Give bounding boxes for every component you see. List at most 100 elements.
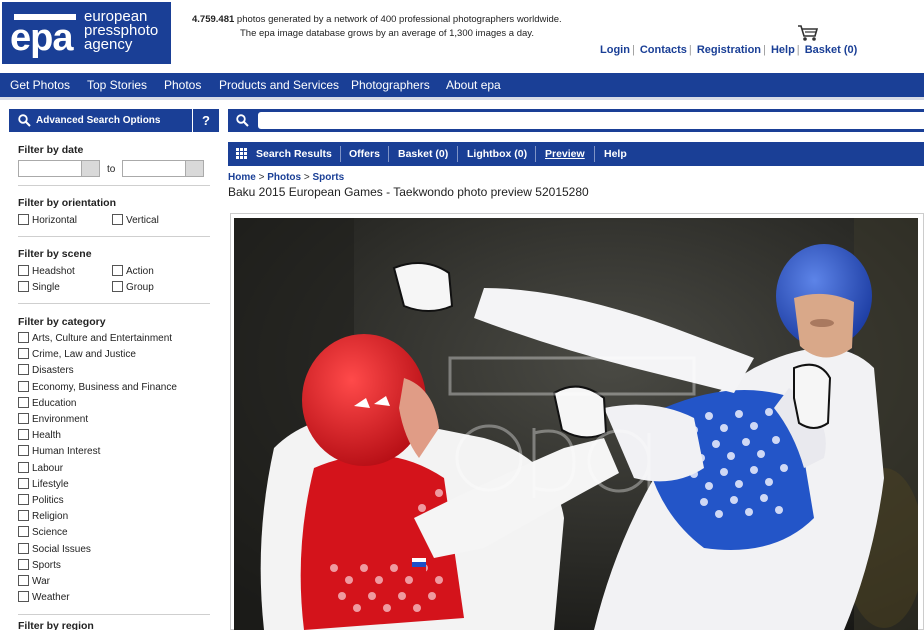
date-to-input[interactable] (122, 160, 204, 177)
checkbox[interactable] (18, 214, 29, 225)
tab-preview[interactable]: Preview (545, 148, 585, 160)
search-input[interactable] (258, 112, 924, 129)
tab-basket[interactable]: Basket (0) (398, 148, 448, 160)
category-option[interactable]: Weather (18, 591, 70, 603)
option-label: Crime, Law and Justice (32, 349, 136, 361)
separator (388, 146, 389, 162)
page-title: Baku 2015 European Games - Taekwondo pho… (228, 185, 589, 199)
option-label: War (32, 576, 50, 587)
advanced-search-bar[interactable]: Advanced Search Options ? (9, 109, 219, 132)
logo-tagline: european pressphoto agency (84, 8, 159, 53)
checkbox[interactable] (18, 510, 29, 522)
top-links: Login | Contacts | Registration | Help | Bas… (600, 44, 858, 56)
main-nav: Get Photos Top Stories Photos Products a… (0, 73, 924, 97)
checkbox[interactable] (18, 494, 29, 505)
nav-top-stories[interactable]: Top Stories (87, 78, 147, 92)
scene-single[interactable]: Single (18, 281, 60, 293)
scene-action[interactable]: Action (112, 265, 154, 277)
category-option[interactable]: Arts, Culture and Entertainment (18, 332, 172, 344)
preview-photo[interactable]: epa (234, 218, 918, 630)
option-label: Religion (32, 511, 69, 523)
checkbox[interactable] (18, 591, 29, 603)
calendar-icon[interactable] (185, 161, 203, 176)
option-label: Economy, Business and Finance (32, 381, 177, 393)
basket-icon[interactable] (797, 24, 819, 42)
scene-headshot[interactable]: Headshot (18, 265, 75, 277)
checkbox[interactable] (18, 445, 29, 457)
category-option[interactable]: Disasters (18, 364, 74, 376)
date-from-input[interactable] (18, 160, 100, 177)
option-label: Arts, Culture and Entertainment (32, 333, 173, 344)
stats-line1: photos generated by a network of 400 pro… (234, 14, 562, 25)
photo-count: 4.759.481 (192, 14, 235, 25)
category-option[interactable]: Politics (18, 494, 64, 506)
category-option[interactable]: Religion (18, 510, 68, 522)
category-option[interactable]: Economy, Business and Finance (18, 380, 177, 393)
breadcrumb-home[interactable]: Home (228, 172, 256, 183)
checkbox[interactable] (18, 413, 29, 424)
checkbox[interactable] (112, 281, 123, 292)
category-option[interactable]: Social Issues (18, 542, 91, 555)
checkbox[interactable] (18, 281, 29, 292)
checkbox[interactable] (18, 526, 29, 538)
filter-region-title: Filter by region (18, 620, 94, 630)
divider (18, 185, 210, 186)
contacts-link[interactable]: Contacts (640, 44, 687, 56)
tab-lightbox[interactable]: Lightbox (0) (467, 148, 527, 160)
divider (18, 614, 210, 615)
orientation-vertical[interactable]: Vertical (112, 214, 159, 226)
nav-photographers[interactable]: Photographers (351, 78, 430, 92)
category-option[interactable]: Human Interest (18, 445, 100, 457)
checkbox[interactable] (18, 396, 29, 408)
category-option[interactable]: Education (18, 396, 76, 409)
tab-search-results[interactable]: Search Results (256, 148, 332, 160)
login-link[interactable]: Login (600, 44, 630, 56)
help-link[interactable]: Help (771, 44, 795, 56)
nav-photos[interactable]: Photos (164, 78, 201, 92)
checkbox[interactable] (18, 364, 29, 376)
header: epa european pressphoto agency 4.759.481… (0, 0, 924, 72)
checkbox[interactable] (18, 542, 29, 554)
separator (457, 146, 458, 162)
nav-get-photos[interactable]: Get Photos (10, 78, 70, 92)
checkbox[interactable] (112, 214, 123, 225)
category-option[interactable]: War (18, 575, 50, 587)
category-option[interactable]: Labour (18, 461, 63, 474)
category-option[interactable]: Sports (18, 558, 61, 571)
category-option[interactable]: Health (18, 429, 61, 441)
tab-offers[interactable]: Offers (349, 148, 380, 160)
breadcrumb-sports[interactable]: Sports (313, 172, 345, 183)
category-option[interactable]: Crime, Law and Justice (18, 348, 136, 360)
checkbox[interactable] (18, 429, 29, 441)
nav-products-services[interactable]: Products and Services (219, 78, 339, 92)
stats-text: 4.759.481 photos generated by a network … (192, 13, 612, 41)
category-option[interactable]: Environment (18, 413, 88, 425)
advanced-search-help-button[interactable]: ? (192, 109, 219, 132)
category-option[interactable]: Lifestyle (18, 477, 69, 490)
checkbox[interactable] (18, 477, 29, 489)
epa-logo[interactable]: epa european pressphoto agency (2, 2, 171, 64)
scene-group[interactable]: Group (112, 281, 154, 293)
tab-help[interactable]: Help (604, 148, 627, 160)
taekwondo-photo: epa (234, 218, 918, 630)
option-label: Environment (32, 414, 89, 425)
orientation-horizontal[interactable]: Horizontal (18, 214, 77, 226)
checkbox[interactable] (18, 265, 29, 276)
checkbox[interactable] (18, 575, 29, 586)
checkbox[interactable] (112, 265, 123, 276)
registration-link[interactable]: Registration (697, 44, 761, 56)
search-icon[interactable] (236, 114, 249, 127)
checkbox[interactable] (18, 332, 29, 343)
checkbox[interactable] (18, 348, 29, 360)
checkbox[interactable] (18, 461, 29, 473)
basket-link[interactable]: Basket (0) (805, 44, 858, 56)
checkbox[interactable] (18, 558, 29, 570)
calendar-icon[interactable] (81, 161, 99, 176)
breadcrumb-photos[interactable]: Photos (267, 172, 301, 183)
checkbox[interactable] (18, 380, 29, 392)
option-label: Science (32, 527, 68, 539)
nav-about-epa[interactable]: About epa (446, 78, 501, 92)
separator (535, 146, 536, 162)
category-option[interactable]: Science (18, 526, 68, 538)
stats-line2: The epa image database grows by an avera… (240, 28, 534, 39)
